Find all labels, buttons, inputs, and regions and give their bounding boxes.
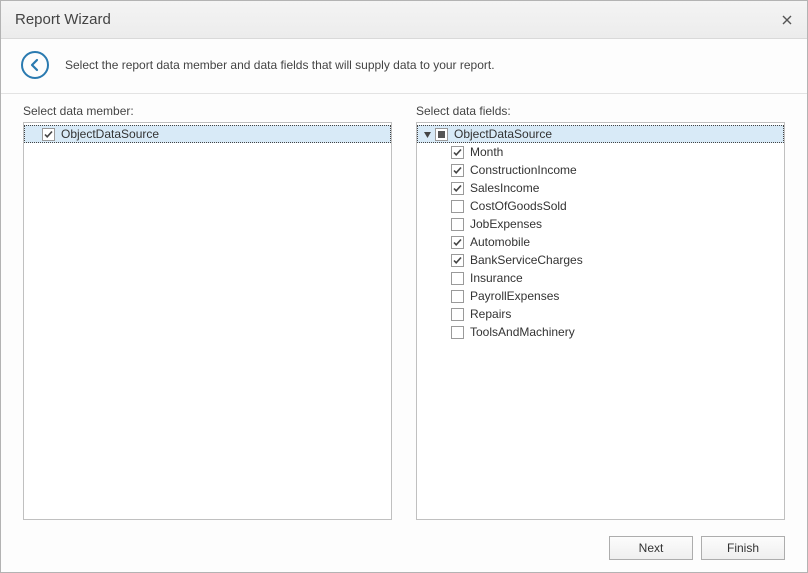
field-label: PayrollExpenses xyxy=(470,289,559,303)
field-label: BankServiceCharges xyxy=(470,253,583,267)
field-row[interactable]: Repairs xyxy=(417,305,784,323)
field-row[interactable]: Month xyxy=(417,143,784,161)
field-label: ConstructionIncome xyxy=(470,163,577,177)
field-label: Insurance xyxy=(470,271,523,285)
data-fields-root-row[interactable]: ObjectDataSource xyxy=(417,125,784,143)
field-checkbox[interactable] xyxy=(451,290,464,303)
data-fields-root-checkbox[interactable] xyxy=(435,128,448,141)
data-member-root-row[interactable]: ObjectDataSource xyxy=(24,125,391,143)
expander-icon[interactable] xyxy=(421,128,433,140)
field-checkbox[interactable] xyxy=(451,146,464,159)
field-checkbox[interactable] xyxy=(451,308,464,321)
field-checkbox[interactable] xyxy=(451,272,464,285)
next-button[interactable]: Next xyxy=(609,536,693,560)
data-fields-list[interactable]: ObjectDataSource Month ConstructionIncome… xyxy=(416,122,785,520)
field-row[interactable]: ToolsAndMachinery xyxy=(417,323,784,341)
field-row[interactable]: SalesIncome xyxy=(417,179,784,197)
field-checkbox[interactable] xyxy=(451,182,464,195)
field-checkbox[interactable] xyxy=(451,218,464,231)
wizard-header: Select the report data member and data f… xyxy=(1,39,807,94)
field-row[interactable]: CostOfGoodsSold xyxy=(417,197,784,215)
data-fields-pane: Select data fields: ObjectDataSource Mon… xyxy=(416,104,785,520)
field-row[interactable]: JobExpenses xyxy=(417,215,784,233)
field-checkbox[interactable] xyxy=(451,200,464,213)
data-fields-root-label: ObjectDataSource xyxy=(454,127,552,141)
data-member-pane: Select data member: ObjectDataSource xyxy=(23,104,392,520)
data-member-list[interactable]: ObjectDataSource xyxy=(23,122,392,520)
field-row[interactable]: BankServiceCharges xyxy=(417,251,784,269)
instruction-text: Select the report data member and data f… xyxy=(65,58,495,72)
window-title: Report Wizard xyxy=(15,11,777,28)
report-wizard-window: Report Wizard Select the report data mem… xyxy=(0,0,808,573)
finish-button[interactable]: Finish xyxy=(701,536,785,560)
data-member-root-label: ObjectDataSource xyxy=(61,127,159,141)
field-label: SalesIncome xyxy=(470,181,539,195)
field-checkbox[interactable] xyxy=(451,326,464,339)
field-label: CostOfGoodsSold xyxy=(470,199,567,213)
wizard-footer: Next Finish xyxy=(1,524,807,572)
field-label: Month xyxy=(470,145,503,159)
data-fields-label: Select data fields: xyxy=(416,104,785,118)
field-label: JobExpenses xyxy=(470,217,542,231)
data-member-root-checkbox[interactable] xyxy=(42,128,55,141)
field-row[interactable]: Automobile xyxy=(417,233,784,251)
field-checkbox[interactable] xyxy=(451,254,464,267)
field-checkbox[interactable] xyxy=(451,164,464,177)
field-row[interactable]: PayrollExpenses xyxy=(417,287,784,305)
titlebar: Report Wizard xyxy=(1,1,807,39)
field-row[interactable]: ConstructionIncome xyxy=(417,161,784,179)
data-member-label: Select data member: xyxy=(23,104,392,118)
field-label: ToolsAndMachinery xyxy=(470,325,575,339)
field-label: Automobile xyxy=(470,235,530,249)
close-icon[interactable] xyxy=(777,10,797,30)
back-icon[interactable] xyxy=(21,51,49,79)
field-row[interactable]: Insurance xyxy=(417,269,784,287)
content-area: Select data member: ObjectDataSource Sel… xyxy=(1,94,807,524)
field-label: Repairs xyxy=(470,307,511,321)
field-checkbox[interactable] xyxy=(451,236,464,249)
